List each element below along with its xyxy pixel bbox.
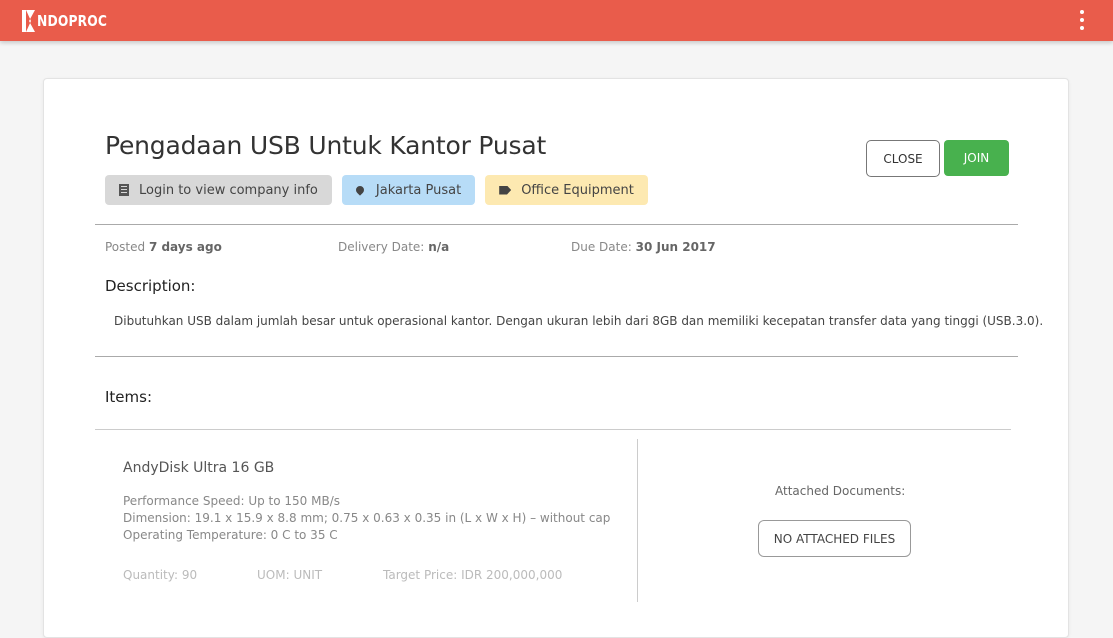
tender-tags: Login to view company info Jakarta Pusat…	[105, 175, 648, 205]
item-column-divider	[637, 439, 638, 602]
due-date-meta: Due Date: 30 Jun 2017	[571, 240, 716, 254]
posted-value: 7 days ago	[148, 240, 222, 254]
delivery-date-label: Delivery Date:	[338, 240, 425, 254]
tags-icon	[499, 185, 512, 195]
description-text: Dibutuhkan USB dalam jumlah besar untuk …	[114, 314, 1044, 328]
items-heading: Items:	[105, 388, 153, 406]
tender-title: Pengadaan USB Untuk Kantor Pusat	[105, 131, 547, 160]
item-uom: UOM: UNIT	[257, 568, 323, 582]
no-attached-files-button[interactable]: NO ATTACHED FILES	[758, 520, 911, 557]
location-tag: Jakarta Pusat	[341, 175, 476, 205]
logo-mark-icon	[22, 10, 36, 32]
location-label: Jakarta Pusat	[375, 182, 462, 198]
delivery-date-value: n/a	[428, 240, 450, 254]
item-spec-speed: Performance Speed: Up to 150 MB/s	[123, 494, 341, 508]
item-quantity: Quantity: 90	[123, 568, 198, 582]
item-spec-dimension: Dimension: 19.1 x 15.9 x 8.8 mm; 0.75 x …	[123, 511, 611, 525]
posted-label: Posted	[105, 240, 146, 254]
company-info-tag[interactable]: Login to view company info	[105, 175, 332, 205]
item-name: AndyDisk Ultra 16 GB	[123, 460, 275, 476]
category-label: Office Equipment	[521, 182, 634, 198]
building-icon	[119, 184, 129, 196]
join-button[interactable]: JOIN	[944, 140, 1009, 176]
attached-documents-label: Attached Documents:	[775, 484, 906, 498]
more-menu-icon[interactable]	[1079, 10, 1085, 30]
posted-meta: Posted 7 days ago	[105, 240, 222, 254]
top-navbar: NDOPROC	[0, 0, 1113, 41]
description-heading: Description:	[105, 277, 196, 295]
category-tag: Office Equipment	[485, 175, 648, 205]
item-target-price: Target Price: IDR 200,000,000	[383, 568, 563, 582]
close-button[interactable]: CLOSE	[866, 140, 940, 177]
logo-text: NDOPROC	[37, 12, 108, 30]
divider	[95, 224, 1018, 225]
indoproc-logo[interactable]: NDOPROC	[22, 9, 122, 33]
divider	[95, 356, 1018, 357]
divider	[95, 429, 1011, 430]
company-info-label: Login to view company info	[139, 182, 318, 198]
due-date-label: Due Date:	[571, 240, 632, 254]
item-spec-temperature: Operating Temperature: 0 C to 35 C	[123, 528, 338, 542]
delivery-date-meta: Delivery Date: n/a	[338, 240, 449, 254]
tender-detail-card: Pengadaan USB Untuk Kantor Pusat Login t…	[43, 78, 1069, 638]
due-date-value: 30 Jun 2017	[635, 240, 716, 254]
map-pin-icon	[354, 184, 366, 196]
